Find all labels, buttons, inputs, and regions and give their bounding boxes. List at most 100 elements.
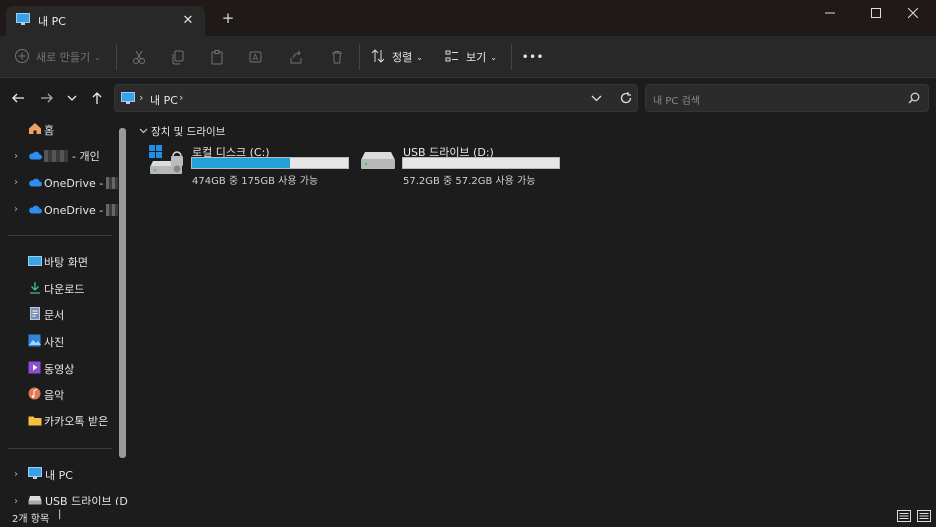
new-tab-button[interactable]: +	[219, 9, 237, 27]
sidebar-item-label: 사진	[44, 336, 65, 349]
tab-title: 내 PC	[38, 15, 66, 28]
sidebar-item-this-pc[interactable]: 내 PC	[28, 464, 130, 486]
sidebar-item-videos[interactable]: 동영상	[28, 358, 130, 380]
text-cursor: |	[58, 509, 62, 520]
sidebar-item-label: 내 PC	[45, 469, 73, 482]
scissors-icon	[126, 44, 152, 70]
sidebar-item-label: 카카오톡 받은	[44, 415, 109, 428]
refresh-button[interactable]	[619, 91, 633, 108]
cloud-icon	[28, 204, 42, 217]
paste-button[interactable]	[204, 44, 230, 70]
chevron-right-icon[interactable]: ›	[11, 469, 21, 480]
chevron-down-icon: ⌄	[94, 52, 101, 62]
sidebar-item-music[interactable]: 음악	[28, 384, 130, 406]
sidebar-item-kakaotalk[interactable]: 카카오톡 받은	[28, 410, 130, 432]
desktop-icon	[28, 255, 42, 270]
chevron-right-icon[interactable]: ›	[11, 177, 21, 188]
sidebar-item-pictures[interactable]: 사진	[28, 331, 130, 353]
arrow-up-icon	[92, 92, 102, 104]
forward-button[interactable]	[35, 86, 59, 110]
home-icon	[28, 122, 42, 138]
close-tab-button[interactable]: ✕	[179, 12, 197, 30]
sidebar-item-desktop[interactable]: 바탕 화면	[28, 251, 130, 273]
drive-usage-bar	[402, 157, 560, 169]
redacted-name	[106, 177, 119, 189]
tiles-view-icon	[917, 510, 931, 522]
copy-button[interactable]	[165, 44, 191, 70]
view-list-icon	[444, 48, 460, 67]
navigation-row: › 내 PC › 내 PC 검색	[0, 78, 936, 118]
address-dropdown-button[interactable]	[591, 93, 602, 107]
sidebar-item-onedrive-personal[interactable]: - 개인	[28, 145, 130, 167]
delete-button[interactable]	[324, 44, 350, 70]
arrow-left-icon	[12, 93, 24, 103]
sidebar-item-label: 문서	[44, 309, 65, 322]
chevron-down-icon: ⌄	[490, 52, 497, 62]
document-icon	[28, 307, 42, 323]
drive-icon	[28, 495, 42, 506]
monitor-icon	[28, 467, 42, 483]
sidebar-scrollbar[interactable]	[119, 128, 126, 458]
view-button[interactable]: 보기 ⌄	[444, 44, 497, 70]
sidebar-item-label: 음악	[44, 389, 65, 402]
new-button[interactable]: 새로 만들기 ⌄	[14, 44, 101, 70]
sidebar-item-downloads[interactable]: 다운로드	[28, 278, 130, 300]
sort-icon	[370, 48, 386, 67]
drive-tile-d[interactable]: USB 드라이브 (D:) 57.2GB 중 57.2GB 사용 가능	[360, 142, 566, 187]
sidebar-item-label: 바탕 화면	[44, 256, 88, 269]
close-window-button[interactable]	[890, 0, 936, 26]
cloud-icon	[28, 150, 42, 163]
cloud-icon	[28, 177, 42, 190]
drive-usage-fill	[192, 158, 291, 168]
maximize-icon	[871, 8, 881, 18]
cut-button[interactable]	[126, 44, 152, 70]
sidebar-item-label: USB 드라이브 (D	[45, 495, 128, 505]
sidebar-item-onedrive-1[interactable]: OneDrive -	[28, 172, 130, 194]
drive-tile-c[interactable]: 로컬 디스크 (C:) 474GB 중 175GB 사용 가능	[148, 142, 354, 187]
recent-locations-button[interactable]	[60, 86, 84, 110]
sort-button[interactable]: 정렬 ⌄	[370, 44, 423, 70]
tab-this-pc[interactable]: 내 PC ✕	[6, 6, 205, 36]
navigation-pane: 홈 › - 개인 › OneDrive - › OneDrive - 바탕 화면	[0, 118, 130, 505]
tiles-view-button[interactable]	[917, 510, 931, 525]
sidebar-item-usb[interactable]: USB 드라이브 (D	[28, 490, 130, 505]
title-bar: 내 PC ✕ +	[0, 0, 936, 36]
chevron-right-icon[interactable]: ›	[11, 496, 21, 505]
arrow-right-icon	[41, 93, 53, 103]
chevron-down-icon: ⌄	[416, 52, 423, 62]
breadcrumb-separator: ›	[139, 91, 144, 104]
sidebar-item-label: 동영상	[44, 363, 75, 376]
search-box[interactable]: 내 PC 검색	[645, 84, 929, 112]
chevron-right-icon[interactable]: ›	[11, 204, 21, 215]
sidebar-item-label: - 개인	[72, 150, 100, 163]
section-title: 장치 및 드라이브	[151, 126, 226, 138]
minimize-icon	[825, 12, 835, 14]
sidebar-item-label: OneDrive -	[44, 176, 104, 190]
more-label: •••	[522, 51, 545, 63]
redacted-name	[106, 204, 119, 216]
minimize-button[interactable]	[807, 0, 853, 26]
back-button[interactable]	[6, 86, 30, 110]
address-bar[interactable]: › 내 PC ›	[114, 84, 638, 112]
svg-text:A: A	[253, 53, 259, 62]
sidebar-item-onedrive-2[interactable]: OneDrive -	[28, 199, 130, 221]
chevron-right-icon[interactable]: ›	[11, 151, 21, 162]
chevron-down-icon	[67, 95, 77, 101]
video-icon	[28, 361, 42, 377]
up-button[interactable]	[85, 86, 109, 110]
monitor-icon	[121, 92, 135, 108]
rename-icon: A	[243, 44, 269, 70]
breadcrumb-this-pc[interactable]: 내 PC	[150, 92, 178, 108]
share-button[interactable]	[283, 44, 309, 70]
rename-button[interactable]: A	[243, 44, 269, 70]
folder-icon	[28, 414, 42, 429]
drive-usage-text: 474GB 중 175GB 사용 가능	[192, 176, 319, 187]
share-icon	[283, 44, 309, 70]
more-options-button[interactable]: •••	[522, 44, 544, 70]
clipboard-icon	[204, 44, 230, 70]
details-view-button[interactable]	[897, 510, 911, 525]
sidebar-item-documents[interactable]: 문서	[28, 304, 130, 326]
section-collapse-icon[interactable]	[139, 125, 148, 138]
details-view-icon	[897, 510, 911, 522]
sidebar-item-home[interactable]: 홈	[28, 119, 130, 141]
